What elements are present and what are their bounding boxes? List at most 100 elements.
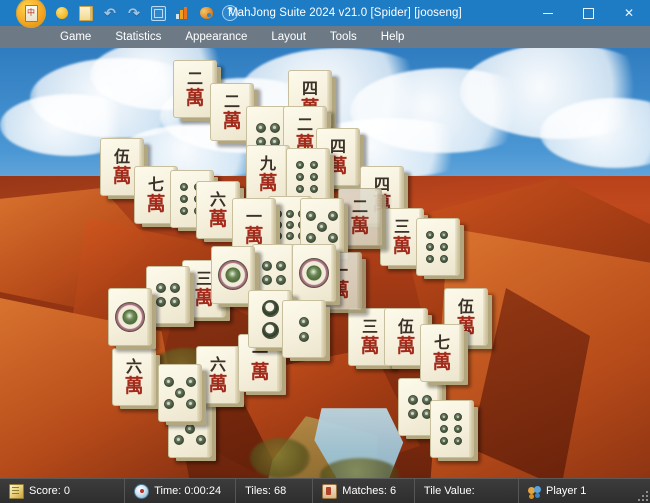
menu-bar: Game Statistics Appearance Layout Tools … (0, 26, 650, 48)
yellow-circle-icon (56, 7, 68, 19)
menu-appearance[interactable]: Appearance (173, 26, 259, 48)
menu-game[interactable]: Game (48, 26, 103, 48)
minimize-button[interactable] (528, 0, 568, 26)
tile-face (147, 267, 189, 323)
dot-pip-ring (261, 321, 279, 339)
tile-number: 六 (209, 354, 226, 374)
dot-pip (454, 425, 462, 433)
dot-pip (276, 261, 286, 271)
open-layout-button[interactable] (76, 3, 96, 23)
tile-number: 四 (329, 136, 346, 156)
tile-number: 三 (195, 268, 212, 288)
dot-pip (299, 316, 309, 327)
mahjong-tile[interactable] (292, 244, 336, 302)
tile-number: 二 (186, 68, 203, 88)
status-tiles-label: Tiles: 68 (245, 485, 287, 497)
game-board[interactable]: 伍萬七萬六萬六萬六萬二萬二萬三萬伍萬三萬伍萬七萬一萬四萬二萬四萬九萬四萬三萬二萬… (0, 48, 650, 479)
close-button[interactable]: ✕ (608, 0, 650, 26)
layout-preview-button[interactable] (148, 3, 168, 23)
vegetation (250, 438, 310, 478)
app-icon[interactable]: 中 (16, 0, 46, 28)
dot-pip (296, 161, 304, 169)
tile-suit: 萬 (244, 224, 264, 247)
toolbar: ↶ ↷ ? (52, 0, 240, 26)
tile-number: 伍 (457, 296, 474, 316)
statistics-button[interactable] (172, 3, 192, 23)
window-controls: ✕ (528, 0, 650, 26)
status-matches[interactable]: Matches: 6 (313, 479, 415, 503)
dot-pip (180, 183, 188, 191)
dot-pip-large (115, 302, 145, 332)
tile-suit: 萬 (328, 154, 348, 177)
tile-suit: 萬 (350, 214, 370, 237)
dot-pip (426, 231, 434, 239)
dot-pip (175, 388, 185, 398)
document-icon (150, 5, 166, 21)
mahjong-tile[interactable] (430, 400, 474, 458)
tile-suit: 萬 (208, 372, 228, 395)
status-player[interactable]: Player 1 (519, 479, 650, 503)
mahjong-tile[interactable] (416, 218, 460, 276)
dot-grid (426, 231, 450, 263)
dot-pip (440, 243, 448, 251)
mahjong-tile[interactable]: 六萬 (112, 348, 156, 406)
dot-pip (164, 377, 174, 387)
appearance-button[interactable] (196, 3, 216, 23)
dot-pip (328, 211, 338, 221)
mahjong-tile-icon: 中 (24, 4, 38, 22)
tile-number: 六 (209, 189, 226, 209)
tile-suit: 萬 (208, 207, 228, 230)
minimize-icon (543, 12, 553, 14)
dot-pip (440, 437, 448, 445)
dot-grid (156, 283, 180, 307)
mahjong-tile[interactable]: 六萬 (196, 346, 240, 404)
tile-number: 七 (433, 332, 450, 352)
mahjong-tile[interactable]: 七萬 (420, 324, 464, 382)
status-tile-value[interactable]: Tile Value: (415, 479, 520, 503)
dot-pip (196, 435, 206, 445)
undo-button[interactable]: ↶ (100, 3, 120, 23)
dot-pip (306, 211, 316, 221)
dot-pip (276, 275, 286, 285)
players-icon (528, 485, 542, 498)
mahjong-tile[interactable]: 九萬 (246, 145, 290, 203)
new-game-button[interactable] (52, 3, 72, 23)
mahjong-tile[interactable] (282, 300, 326, 358)
bar-chart-icon (175, 7, 189, 19)
mahjong-tile[interactable] (146, 266, 190, 324)
status-score[interactable]: Score: 0 (0, 479, 126, 503)
mahjong-tile[interactable] (158, 364, 202, 422)
tile-face: 六萬 (113, 349, 155, 405)
menu-help[interactable]: Help (369, 26, 417, 48)
tile-face (283, 301, 325, 357)
dot-pip (285, 210, 294, 218)
dot-pip (310, 185, 318, 193)
dot-pip (186, 377, 196, 387)
mahjong-tile[interactable] (108, 288, 152, 346)
dot-pip (296, 173, 304, 181)
tile-suit: 萬 (432, 350, 452, 373)
tile-face: 九萬 (247, 146, 289, 202)
dot-pip (310, 161, 318, 169)
menu-statistics[interactable]: Statistics (103, 26, 173, 48)
tile-face (159, 365, 201, 421)
tile-number: 三 (361, 316, 378, 336)
dot-pip (170, 283, 180, 293)
maximize-button[interactable] (568, 0, 608, 26)
tile-suit: 萬 (185, 86, 205, 109)
tile-number: 九 (259, 153, 276, 173)
status-time[interactable]: Time: 0:00:24 (125, 479, 237, 503)
tile-suit: 萬 (146, 192, 166, 215)
dot-pip (174, 435, 184, 445)
resize-grip-icon[interactable] (636, 489, 648, 501)
redo-button[interactable]: ↷ (124, 3, 144, 23)
tile-number: 二 (351, 196, 368, 216)
status-tiles[interactable]: Tiles: 68 (236, 479, 314, 503)
menu-layout[interactable]: Layout (259, 26, 318, 48)
dot-pip (299, 331, 309, 342)
tile-number: 二 (223, 91, 240, 111)
dot-pip (296, 185, 304, 193)
menu-tools[interactable]: Tools (318, 26, 369, 48)
mahjong-tile[interactable]: 二萬 (338, 188, 382, 246)
tile-suit: 萬 (360, 334, 380, 357)
